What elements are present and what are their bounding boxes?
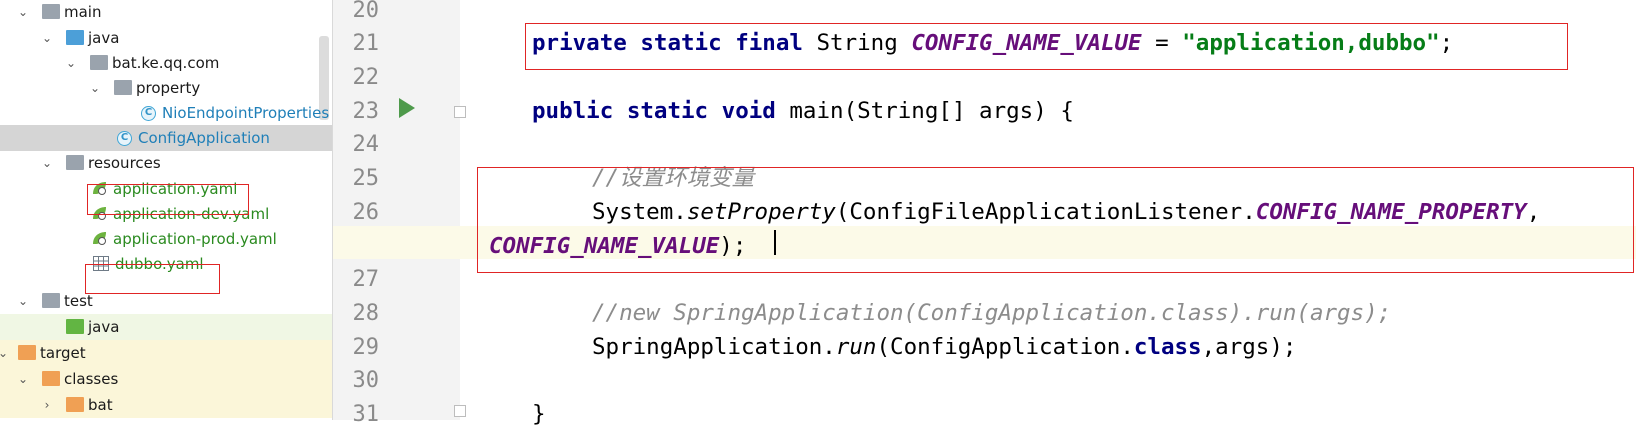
highlight-box bbox=[477, 167, 1634, 273]
tree-item-resources[interactable]: ⌄ resources bbox=[0, 150, 332, 176]
class-icon: C bbox=[141, 106, 156, 121]
chevron-down-icon[interactable]: ⌄ bbox=[16, 0, 30, 25]
tree-item-label: property bbox=[136, 79, 201, 97]
line-number: 30 bbox=[352, 368, 380, 393]
line-number: 23 bbox=[352, 99, 380, 124]
fold-marker-icon[interactable] bbox=[454, 405, 466, 417]
code-line-29[interactable]: SpringApplication.run(ConfigApplication.… bbox=[592, 331, 1296, 364]
tree-item-classes[interactable]: ⌄ classes bbox=[0, 366, 332, 392]
code-line-23[interactable]: public static void main(String[] args) { bbox=[532, 95, 1074, 128]
tree-item-label: bat bbox=[88, 396, 113, 414]
excluded-folder-icon bbox=[42, 371, 60, 386]
highlight-box bbox=[85, 264, 220, 294]
tree-item-main[interactable]: ⌄ main bbox=[0, 0, 332, 25]
code-line-31[interactable]: } bbox=[532, 398, 546, 431]
tree-item-configapplication[interactable]: C ConfigApplication bbox=[0, 125, 332, 151]
line-number: 24 bbox=[352, 132, 380, 157]
tree-item-label: resources bbox=[88, 154, 161, 172]
line-number: 28 bbox=[352, 301, 380, 326]
line-number: 29 bbox=[352, 335, 380, 360]
chevron-down-icon[interactable]: ⌄ bbox=[64, 50, 78, 76]
tree-item-java[interactable]: ⌄ java bbox=[0, 25, 332, 51]
line-number: 27 bbox=[352, 267, 380, 292]
chevron-down-icon[interactable]: ⌄ bbox=[88, 75, 102, 101]
chevron-right-icon[interactable]: › bbox=[40, 392, 54, 418]
resources-folder-icon bbox=[66, 155, 84, 170]
excluded-folder-icon bbox=[66, 397, 84, 412]
tree-item-bat[interactable]: › bat bbox=[0, 392, 332, 418]
run-icon[interactable] bbox=[399, 98, 415, 118]
tree-item-package-property[interactable]: ⌄ property bbox=[0, 75, 332, 101]
line-number: 21 bbox=[352, 31, 380, 56]
tree-item-label: ConfigApplication bbox=[138, 129, 270, 147]
spring-leaf-icon bbox=[93, 232, 106, 245]
tree-item-label: target bbox=[40, 344, 86, 362]
fold-marker-icon[interactable] bbox=[454, 106, 466, 118]
tree-item-label: bat.ke.qq.com bbox=[112, 54, 220, 72]
folder-icon bbox=[42, 4, 60, 19]
chevron-down-icon[interactable]: ⌄ bbox=[0, 340, 10, 366]
tree-item-label: application-prod.yaml bbox=[113, 230, 277, 248]
tree-item-nioendpointproperties[interactable]: C NioEndpointProperties bbox=[0, 100, 332, 126]
source-folder-icon bbox=[66, 30, 84, 45]
tree-item-label: classes bbox=[64, 370, 119, 388]
folder-icon bbox=[42, 293, 60, 308]
tree-item-label: NioEndpointProperties bbox=[162, 104, 330, 122]
line-number: 26 bbox=[352, 200, 380, 225]
excluded-folder-icon bbox=[18, 345, 36, 360]
tree-item-application-prod-yaml[interactable]: application-prod.yaml bbox=[0, 226, 332, 252]
line-number: 25 bbox=[352, 166, 380, 191]
line-number: 20 bbox=[352, 0, 380, 23]
spring-boot-class-icon: C bbox=[117, 131, 132, 146]
line-number: 31 bbox=[352, 402, 380, 427]
tree-item-package-bat-ke-qq-com[interactable]: ⌄ bat.ke.qq.com bbox=[0, 50, 332, 76]
tree-item-label: java bbox=[88, 29, 120, 47]
package-icon bbox=[90, 55, 108, 70]
highlight-box bbox=[525, 23, 1568, 70]
package-icon bbox=[114, 80, 132, 95]
tree-item-label: java bbox=[88, 318, 120, 336]
chevron-down-icon[interactable]: ⌄ bbox=[16, 288, 30, 314]
tree-item-target[interactable]: ⌄ target bbox=[0, 340, 332, 366]
chevron-down-icon[interactable]: ⌄ bbox=[16, 366, 30, 392]
tree-item-test-java[interactable]: java bbox=[0, 314, 332, 340]
code-line-28[interactable]: //new SpringApplication(ConfigApplicatio… bbox=[592, 297, 1391, 330]
line-number: 22 bbox=[352, 65, 380, 90]
project-tree: ⌄ main ⌄ java ⌄ bat.ke.qq.com ⌄ property… bbox=[0, 0, 332, 420]
chevron-down-icon[interactable]: ⌄ bbox=[40, 25, 54, 51]
chevron-down-icon[interactable]: ⌄ bbox=[40, 150, 54, 176]
tree-item-label: main bbox=[64, 3, 102, 21]
highlight-box bbox=[87, 184, 249, 215]
test-source-folder-icon bbox=[66, 319, 84, 334]
